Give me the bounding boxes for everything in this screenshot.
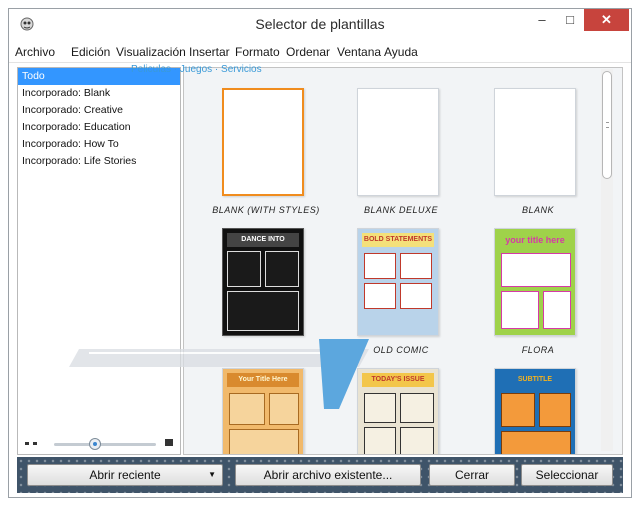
menu-visualizacion[interactable]: Visualización: [116, 45, 186, 59]
category-item-life-stories[interactable]: Incorporado: Life Stories: [18, 153, 180, 170]
template-thumbnail[interactable]: [222, 88, 304, 196]
open-recent-label: Abrir reciente: [89, 468, 161, 482]
zoom-in-icon[interactable]: [165, 439, 173, 446]
template-thumbnail[interactable]: [357, 88, 439, 196]
watermark-text: Peliculas · Juegos · Servicios: [131, 64, 262, 75]
chevron-down-icon[interactable]: ▼: [208, 465, 216, 485]
template-thumbnail[interactable]: Your Title Here: [222, 368, 304, 454]
template-caption: OLD COMIC: [373, 345, 429, 355]
open-existing-file-button[interactable]: Abrir archivo existente...: [235, 464, 421, 486]
template-caption: BLANK DELUXE: [363, 205, 439, 215]
scrollbar-grip-icon: [606, 122, 609, 128]
template-thumbnail[interactable]: [494, 88, 576, 196]
menu-insertar[interactable]: Insertar: [189, 45, 230, 59]
close-window-button[interactable]: ✕: [584, 9, 629, 31]
menu-ventana[interactable]: Ventana: [337, 45, 381, 59]
category-item-creative[interactable]: Incorporado: Creative: [18, 102, 180, 119]
maximize-button[interactable]: □: [557, 9, 583, 31]
template-gallery[interactable]: BLANK (WITH STYLES) BLANK DELUXE BLANK D…: [183, 67, 623, 455]
template-caption: FLORA: [521, 345, 555, 355]
title-bar[interactable]: Selector de plantillas – □ ✕: [9, 9, 631, 39]
menu-ordenar[interactable]: Ordenar: [286, 45, 330, 59]
category-item-how-to[interactable]: Incorporado: How To: [18, 136, 180, 153]
menu-archivo[interactable]: Archivo: [15, 45, 55, 59]
menu-formato[interactable]: Formato: [235, 45, 280, 59]
category-item-blank[interactable]: Incorporado: Blank: [18, 85, 180, 102]
menu-ayuda[interactable]: Ayuda: [384, 45, 418, 59]
template-thumbnail[interactable]: SUBTITLE: [494, 368, 576, 454]
zoom-slider-track[interactable]: [54, 443, 156, 446]
template-caption: BLANK (WITH STYLES): [212, 205, 320, 215]
close-button[interactable]: Cerrar: [429, 464, 515, 486]
scrollbar-thumb[interactable]: [602, 71, 612, 179]
zoom-out-icon[interactable]: [25, 442, 37, 445]
category-list[interactable]: Todo Incorporado: Blank Incorporado: Cre…: [17, 67, 181, 455]
select-button[interactable]: Seleccionar: [521, 464, 613, 486]
minimize-button[interactable]: –: [529, 9, 555, 31]
template-thumbnail[interactable]: your title here: [494, 228, 576, 336]
category-item-education[interactable]: Incorporado: Education: [18, 119, 180, 136]
zoom-slider-thumb[interactable]: [88, 438, 101, 450]
action-bar: Abrir reciente ▼ Abrir archivo existente…: [17, 457, 623, 493]
template-thumbnail[interactable]: TODAY'S ISSUE: [357, 368, 439, 454]
menu-edicion[interactable]: Edición: [71, 45, 110, 59]
template-selector-window: Selector de plantillas – □ ✕ Archivo Edi…: [8, 8, 632, 498]
menu-bar: Archivo Edición Visualización Insertar F…: [9, 41, 631, 63]
open-recent-button[interactable]: Abrir reciente ▼: [27, 464, 223, 486]
template-caption: BLANK: [521, 205, 554, 215]
gallery-scrollbar[interactable]: [601, 69, 613, 451]
template-thumbnail[interactable]: DANCE INTO BATTLE: [222, 228, 304, 336]
template-thumbnail[interactable]: BOLD STATEMENTS: [357, 228, 439, 336]
